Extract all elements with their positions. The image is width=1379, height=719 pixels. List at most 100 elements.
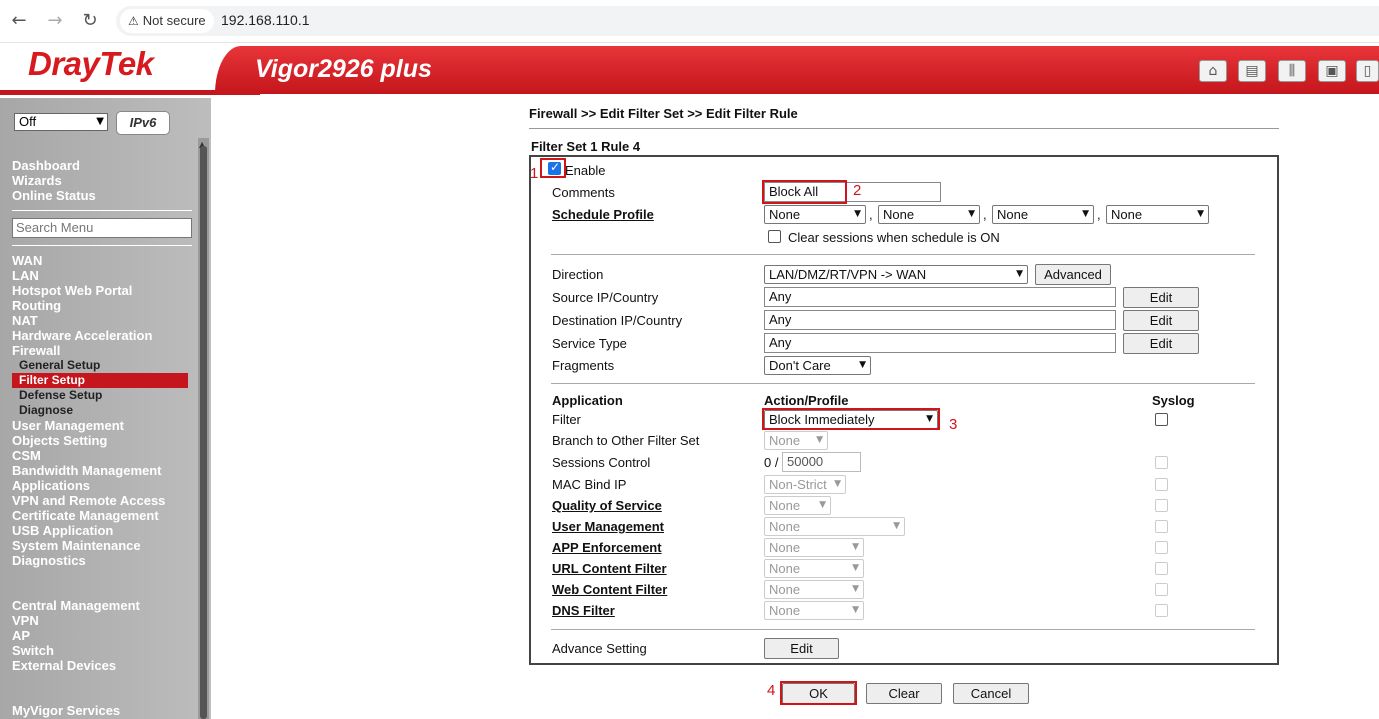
menu-central-vpn[interactable]: VPN <box>12 613 39 628</box>
web-content-filter-select[interactable]: None ▼ <box>764 580 864 599</box>
url-text: 192.168.110.1 <box>221 12 310 28</box>
dns-filter-select[interactable]: None ▼ <box>764 601 864 620</box>
qos-syslog-checkbox[interactable] <box>1155 499 1168 512</box>
service-type-label: Service Type <box>552 336 627 351</box>
app-enforcement-select[interactable]: None ▼ <box>764 538 864 557</box>
menu-firewall[interactable]: Firewall <box>12 343 60 358</box>
qos-select[interactable]: None ▼ <box>764 496 831 515</box>
col-application: Application <box>552 393 623 408</box>
address-bar[interactable]: ⚠ Not secure 192.168.110.1 <box>116 6 1379 36</box>
menu-vpn-remote[interactable]: VPN and Remote Access <box>12 493 165 508</box>
ipv6-button[interactable]: IPv6 <box>116 111 170 135</box>
user-management-select[interactable]: None ▼ <box>764 517 905 536</box>
menu-defense-setup[interactable]: Defense Setup <box>19 388 102 403</box>
source-edit-button[interactable]: Edit <box>1123 287 1199 308</box>
separator: , <box>1097 207 1101 222</box>
menu-filter-setup[interactable]: Filter Setup <box>12 373 188 388</box>
menu-lan[interactable]: LAN <box>12 268 39 283</box>
comments-label: Comments <box>552 185 615 200</box>
annotation-4: 4 <box>767 682 776 699</box>
dns-syslog-checkbox[interactable] <box>1155 604 1168 617</box>
menu-myvigor[interactable]: MyVigor Services <box>12 703 120 718</box>
clear-button[interactable]: Clear <box>866 683 942 704</box>
url-content-filter-link[interactable]: URL Content Filter <box>552 561 667 576</box>
back-icon[interactable]: ← <box>9 11 29 31</box>
sliders-icon[interactable]: ⫼ <box>1278 60 1306 82</box>
advanced-button[interactable]: Advanced <box>1035 264 1111 285</box>
direction-label: Direction <box>552 267 604 282</box>
menu-central-management[interactable]: Central Management <box>12 598 140 613</box>
schedule-select-3[interactable]: None ▼ <box>992 205 1094 224</box>
menu-wizards[interactable]: Wizards <box>12 173 62 188</box>
app-enforcement-link[interactable]: APP Enforcement <box>552 540 662 555</box>
web-syslog-checkbox[interactable] <box>1155 583 1168 596</box>
chevron-down-icon: ▼ <box>968 209 975 219</box>
mac-syslog-checkbox[interactable] <box>1155 478 1168 491</box>
advance-edit-button[interactable]: Edit <box>764 638 839 659</box>
menu-usb[interactable]: USB Application <box>12 523 113 538</box>
model-name: Vigor2926 plus <box>255 55 432 83</box>
sidebar-scroll-thumb[interactable] <box>200 146 207 719</box>
destination-input[interactable]: Any <box>764 310 1116 330</box>
web-content-filter-link[interactable]: Web Content Filter <box>552 582 667 597</box>
schedule-select-2[interactable]: None ▼ <box>878 205 980 224</box>
menu-objects-setting[interactable]: Objects Setting <box>12 433 107 448</box>
menu-hotspot[interactable]: Hotspot Web Portal <box>12 283 132 298</box>
menu-certificate[interactable]: Certificate Management <box>12 508 159 523</box>
fragments-select[interactable]: Don't Care ▼ <box>764 356 871 375</box>
service-type-input[interactable]: Any <box>764 333 1116 353</box>
source-input[interactable]: Any <box>764 287 1116 307</box>
home-icon[interactable]: ⌂ <box>1199 60 1227 82</box>
menu-applications[interactable]: Applications <box>12 478 90 493</box>
menu-wan[interactable]: WAN <box>12 253 42 268</box>
schedule-select-4[interactable]: None ▼ <box>1106 205 1209 224</box>
qos-link[interactable]: Quality of Service <box>552 498 662 513</box>
menu-routing[interactable]: Routing <box>12 298 61 313</box>
menu-online-status[interactable]: Online Status <box>12 188 96 203</box>
dns-filter-link[interactable]: DNS Filter <box>552 603 615 618</box>
search-menu-input[interactable]: Search Menu <box>12 218 192 238</box>
annotation-box-3 <box>762 408 940 430</box>
menu-csm[interactable]: CSM <box>12 448 41 463</box>
clear-sessions-checkbox[interactable] <box>768 230 781 243</box>
sessions-input[interactable]: 50000 <box>782 452 861 472</box>
chevron-down-icon: ▼ <box>852 605 859 615</box>
menu-diagnose[interactable]: Diagnose <box>19 403 73 418</box>
service-edit-button[interactable]: Edit <box>1123 333 1199 354</box>
menu-system-maintenance[interactable]: System Maintenance <box>12 538 141 553</box>
separator: , <box>869 207 873 222</box>
book-icon[interactable]: ▯ <box>1356 60 1379 82</box>
save-icon[interactable]: ▣ <box>1318 60 1346 82</box>
menu-external-devices[interactable]: External Devices <box>12 658 116 673</box>
sessions-syslog-checkbox[interactable] <box>1155 456 1168 469</box>
menu-user-management[interactable]: User Management <box>12 418 124 433</box>
chevron-down-icon: ▼ <box>854 209 861 219</box>
url-syslog-checkbox[interactable] <box>1155 562 1168 575</box>
schedule-profile-link[interactable]: Schedule Profile <box>552 207 654 222</box>
menu-hw-accel[interactable]: Hardware Acceleration <box>12 328 152 343</box>
schedule-select-1[interactable]: None ▼ <box>764 205 866 224</box>
menu-general-setup[interactable]: General Setup <box>19 358 100 373</box>
menu-nat[interactable]: NAT <box>12 313 38 328</box>
filter-syslog-checkbox[interactable] <box>1155 413 1168 426</box>
security-chip[interactable]: ⚠ Not secure <box>120 9 214 33</box>
menu-bandwidth[interactable]: Bandwidth Management <box>12 463 162 478</box>
url-content-filter-select[interactable]: None ▼ <box>764 559 864 578</box>
cancel-button[interactable]: Cancel <box>953 683 1029 704</box>
reload-icon[interactable]: ↻ <box>80 11 100 31</box>
app-syslog-checkbox[interactable] <box>1155 541 1168 554</box>
mac-bind-select[interactable]: Non-Strict ▼ <box>764 475 846 494</box>
menu-central-switch[interactable]: Switch <box>12 643 54 658</box>
menu-diagnostics[interactable]: Diagnostics <box>12 553 86 568</box>
user-management-link[interactable]: User Management <box>552 519 664 534</box>
direction-select[interactable]: LAN/DMZ/RT/VPN -> WAN ▼ <box>764 265 1028 284</box>
forward-icon[interactable]: → <box>45 11 65 31</box>
annotation-box-2 <box>762 180 847 204</box>
menu-dashboard[interactable]: Dashboard <box>12 158 80 173</box>
mode-select[interactable]: Off ▼ <box>14 113 108 131</box>
layout-icon[interactable]: ▤ <box>1238 60 1266 82</box>
um-syslog-checkbox[interactable] <box>1155 520 1168 533</box>
branch-select[interactable]: None ▼ <box>764 431 828 450</box>
menu-central-ap[interactable]: AP <box>12 628 30 643</box>
destination-edit-button[interactable]: Edit <box>1123 310 1199 331</box>
